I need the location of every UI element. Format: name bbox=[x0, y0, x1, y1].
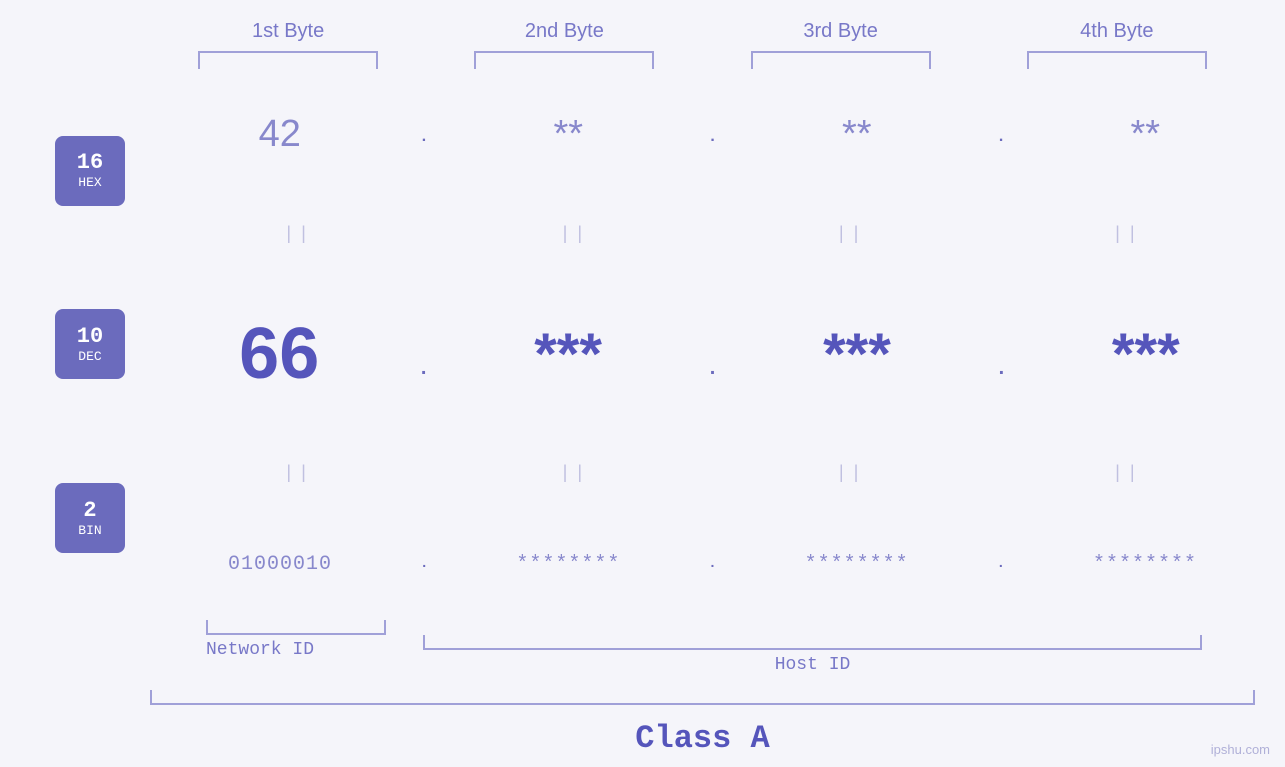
dbl-bar-cell-1d: || bbox=[1027, 225, 1227, 245]
main-layout: 1st Byte 2nd Byte 3rd Byte 4th Byte 16 H… bbox=[0, 0, 1285, 767]
hex-cell-4: ** bbox=[1045, 113, 1245, 156]
top-bracket-1 bbox=[198, 51, 378, 69]
hex-value-3: ** bbox=[842, 113, 872, 155]
bin-bracket-spacer2 bbox=[748, 620, 928, 635]
rows-column: 42 . ** . ** . ** bbox=[150, 69, 1285, 620]
top-brackets-row bbox=[150, 51, 1255, 69]
byte3-header: 3rd Byte bbox=[741, 20, 941, 43]
dec-dot-2: . bbox=[706, 358, 718, 381]
host-id-label: Host ID bbox=[775, 655, 851, 675]
dec-value-3: *** bbox=[823, 322, 891, 387]
byte-headers-row: 1st Byte 2nd Byte 3rd Byte 4th Byte bbox=[150, 20, 1255, 43]
bin-cell-3: ******** bbox=[757, 553, 957, 576]
byte2-header: 2nd Byte bbox=[464, 20, 664, 43]
hex-dot-2: . bbox=[708, 128, 718, 146]
dbl-bar-2: || || || || bbox=[160, 464, 1265, 484]
dec-badge-number: 10 bbox=[77, 325, 103, 349]
host-id-bracket bbox=[423, 635, 1202, 650]
bin-dot-1: . bbox=[420, 556, 428, 572]
bin-row-group: 01000010 . ******** . ******** . *******… bbox=[160, 553, 1265, 576]
middle-section: 16 HEX 10 DEC 2 BIN 42 . bbox=[0, 69, 1285, 620]
hex-cell-1: 42 bbox=[180, 113, 380, 156]
dec-badge: 10 DEC bbox=[55, 309, 125, 379]
hex-value-2: ** bbox=[553, 113, 583, 155]
dec-badge-label: DEC bbox=[78, 349, 101, 364]
bottom-section: Network ID Host ID Class A bbox=[0, 620, 1285, 757]
bin-value-2: ******** bbox=[516, 553, 620, 576]
dbl-bar-cell-1a: || bbox=[198, 225, 398, 245]
hex-dot-1: . bbox=[419, 128, 429, 146]
dec-cell-1: 66 bbox=[179, 313, 379, 395]
dec-dot-1: . bbox=[418, 358, 430, 381]
dec-value-1: 66 bbox=[239, 314, 319, 394]
full-bottom-bracket bbox=[150, 690, 1255, 705]
dec-cell-3: *** bbox=[757, 321, 957, 388]
hex-cell-2: ** bbox=[468, 113, 668, 156]
bin-badge-label: BIN bbox=[78, 523, 101, 538]
bin-bracket-spacer3 bbox=[1019, 620, 1199, 635]
bin-cell-2: ******** bbox=[468, 553, 668, 576]
hex-value-4: ** bbox=[1130, 113, 1160, 155]
bin-bracket-spacer bbox=[477, 620, 657, 635]
badges-column: 16 HEX 10 DEC 2 BIN bbox=[30, 69, 150, 620]
dbl-bar-cell-1b: || bbox=[474, 225, 674, 245]
dbl-bar-1: || || || || bbox=[160, 225, 1265, 245]
bin-badge: 2 BIN bbox=[55, 483, 125, 553]
dbl-bar-cell-2d: || bbox=[1027, 464, 1227, 484]
network-id-section: Network ID bbox=[160, 635, 360, 660]
bin-value-1: 01000010 bbox=[228, 553, 332, 576]
dbl-bar-cell-1c: || bbox=[751, 225, 951, 245]
dec-ip-row: 66 . *** . *** . *** bbox=[160, 313, 1265, 395]
watermark: ipshu.com bbox=[1211, 742, 1270, 757]
network-host-row: Network ID Host ID bbox=[150, 635, 1255, 675]
bin-bottom-brackets bbox=[150, 620, 1255, 635]
byte4-header: 4th Byte bbox=[1017, 20, 1217, 43]
dbl-bar-cell-2b: || bbox=[474, 464, 674, 484]
hex-ip-row: 42 . ** . ** . ** bbox=[160, 113, 1265, 156]
dec-cell-4: *** bbox=[1046, 321, 1246, 388]
bin-dot-3: . bbox=[997, 556, 1005, 572]
top-bracket-3 bbox=[751, 51, 931, 69]
dbl-bar-cell-2a: || bbox=[198, 464, 398, 484]
top-section: 1st Byte 2nd Byte 3rd Byte 4th Byte bbox=[0, 0, 1285, 69]
bin-badge-number: 2 bbox=[83, 499, 96, 523]
network-id-label: Network ID bbox=[206, 640, 314, 660]
dec-value-4: *** bbox=[1112, 322, 1180, 387]
host-id-section: Host ID bbox=[380, 635, 1245, 675]
dec-row-group: 66 . *** . *** . *** bbox=[160, 313, 1265, 395]
bin-cell-4: ******** bbox=[1045, 553, 1245, 576]
hex-value-1: 42 bbox=[259, 113, 301, 155]
bin-dot-2: . bbox=[708, 556, 716, 572]
dec-value-2: *** bbox=[534, 322, 602, 387]
hex-row-group: 42 . ** . ** . ** bbox=[160, 113, 1265, 156]
dec-dot-3: . bbox=[995, 358, 1007, 381]
hex-badge: 16 HEX bbox=[55, 136, 125, 206]
bin-value-4: ******** bbox=[1093, 553, 1197, 576]
bin-value-3: ******** bbox=[805, 553, 909, 576]
hex-cell-3: ** bbox=[757, 113, 957, 156]
bin-cell-1: 01000010 bbox=[180, 553, 380, 576]
dbl-bar-cell-2c: || bbox=[751, 464, 951, 484]
dec-cell-2: *** bbox=[468, 321, 668, 388]
byte1-header: 1st Byte bbox=[188, 20, 388, 43]
hex-badge-number: 16 bbox=[77, 151, 103, 175]
top-bracket-2 bbox=[474, 51, 654, 69]
class-label-row: Class A bbox=[150, 720, 1255, 757]
class-label: Class A bbox=[635, 720, 769, 757]
bin-ip-row: 01000010 . ******** . ******** . *******… bbox=[160, 553, 1265, 576]
top-bracket-4 bbox=[1027, 51, 1207, 69]
bin-bracket-1 bbox=[206, 620, 386, 635]
hex-dot-3: . bbox=[996, 128, 1006, 146]
hex-badge-label: HEX bbox=[78, 175, 101, 190]
